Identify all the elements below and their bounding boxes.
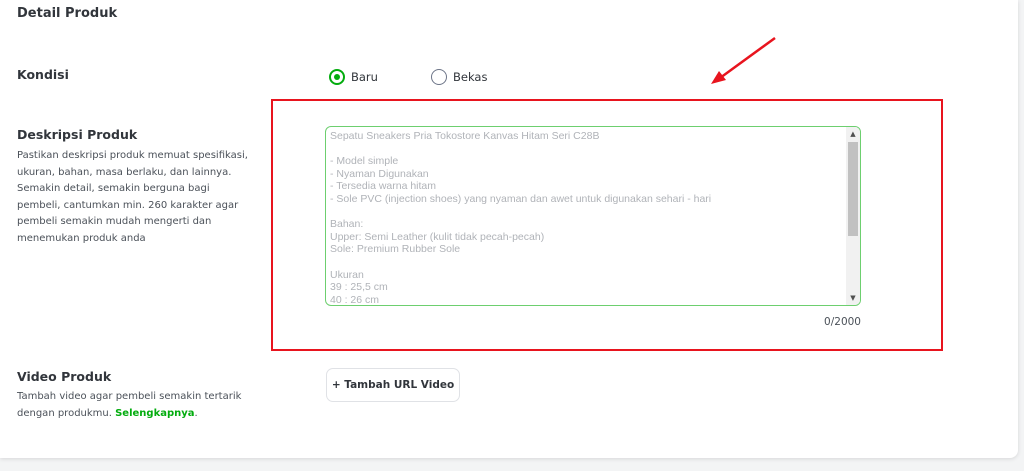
- radio-baru-label: Baru: [351, 70, 378, 84]
- radio-bekas-label: Bekas: [453, 70, 488, 84]
- video-label: Video Produk: [17, 369, 112, 384]
- deskripsi-label: Deskripsi Produk: [17, 127, 138, 142]
- video-help-suffix: .: [194, 407, 198, 419]
- highlight-box: [271, 99, 943, 351]
- section-title: Detail Produk: [17, 6, 118, 21]
- product-detail-card: Detail Produk Kondisi Baru Bekas Deskrip…: [0, 0, 1018, 458]
- selengkapnya-link[interactable]: Selengkapnya: [115, 408, 194, 419]
- radio-bekas[interactable]: Bekas: [431, 69, 487, 85]
- add-video-url-button[interactable]: + Tambah URL Video: [326, 368, 460, 402]
- radio-baru[interactable]: Baru: [329, 69, 378, 85]
- radio-bekas-indicator: [431, 69, 447, 85]
- video-help: Tambah video agar pembeli semakin tertar…: [17, 389, 249, 422]
- deskripsi-help: Pastikan deskripsi produk memuat spesifi…: [17, 150, 248, 244]
- kondisi-label: Kondisi: [17, 67, 69, 82]
- radio-baru-indicator: [329, 69, 345, 85]
- annotation-arrow-icon: [711, 36, 776, 84]
